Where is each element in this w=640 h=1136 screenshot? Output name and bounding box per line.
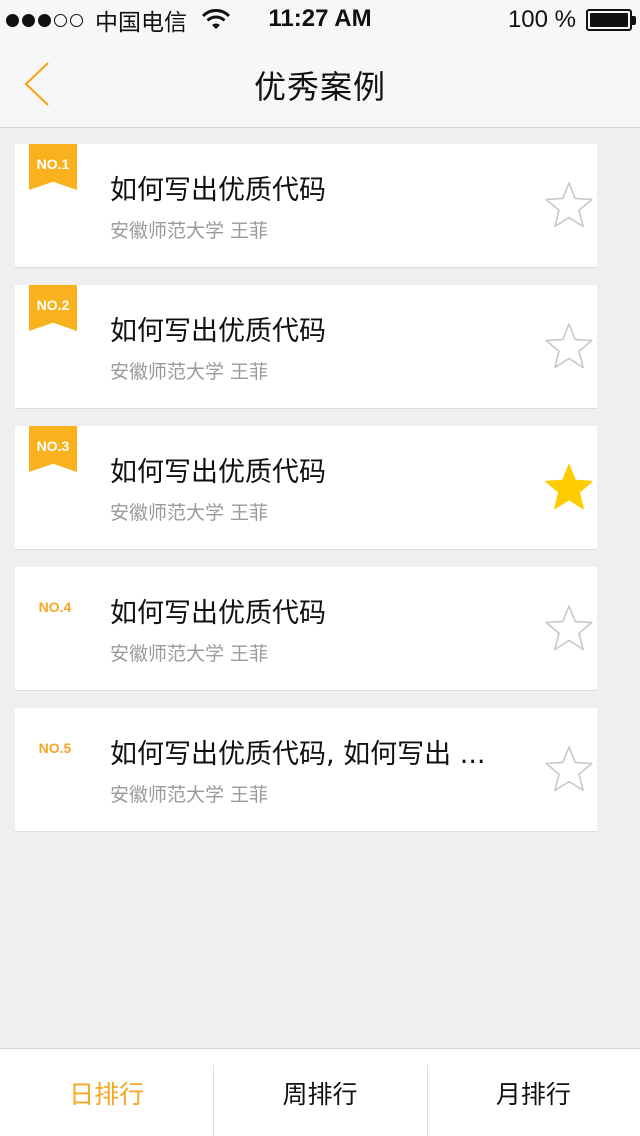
favorite-button[interactable]: [543, 321, 595, 371]
case-author: 安徽师范大学 王菲: [110, 784, 269, 806]
case-card[interactable]: NO.3 如何写出优质代码安徽师范大学 王菲: [15, 426, 597, 550]
rank-label: NO.5: [38, 740, 72, 756]
rank-label: NO.4: [38, 599, 72, 615]
navigation-bar: 优秀案例: [0, 40, 640, 128]
favorite-button[interactable]: [543, 180, 595, 230]
case-author: 安徽师范大学 王菲: [110, 643, 269, 665]
case-author: 安徽师范大学 王菲: [110, 502, 269, 524]
case-title: 如何写出优质代码: [110, 457, 326, 488]
case-title: 如何写出优质代码: [110, 598, 326, 629]
case-card[interactable]: NO.4 如何写出优质代码安徽师范大学 王菲: [15, 567, 597, 691]
rank-ribbon-badge: NO.2: [29, 285, 77, 331]
rank-ribbon-badge: NO.1: [29, 144, 77, 190]
star-outline-icon: [545, 746, 593, 792]
status-bar: 中国电信 11:27 AM 100 %: [0, 0, 640, 40]
favorite-button[interactable]: [543, 462, 595, 512]
case-title: 如何写出优质代码: [110, 316, 326, 347]
star-filled-icon: [545, 464, 593, 510]
favorite-button[interactable]: [543, 744, 595, 794]
tab-weekly-ranking[interactable]: 周排行: [213, 1049, 426, 1136]
case-card[interactable]: NO.5 如何写出优质代码, 如何写出 ... 安徽师范大学 王菲: [15, 708, 597, 832]
star-outline-icon: [545, 323, 593, 369]
case-author: 安徽师范大学 王菲: [110, 220, 269, 242]
battery-percent: 100 %: [507, 6, 576, 33]
star-outline-icon: [545, 605, 593, 651]
page-title: 优秀案例: [253, 68, 386, 106]
battery-icon: [586, 9, 636, 31]
tab-daily-ranking[interactable]: 日排行: [0, 1049, 213, 1136]
case-list: NO.1 如何写出优质代码 安徽师范大学 王菲 NO.2 如何写出优质代码 安徽师范大学 …: [15, 144, 597, 849]
case-title: 如何写出优质代码, 如何写出 ...: [110, 739, 486, 770]
case-author: 安徽师范大学 王菲: [110, 361, 269, 383]
ranking-tab-bar: 日排行 周排行 月排行: [0, 1048, 640, 1136]
case-card[interactable]: NO.1 如何写出优质代码安徽师范大学 王菲: [15, 144, 597, 268]
case-card[interactable]: NO.2 如何写出优质代码安徽师范大学 王菲: [15, 285, 597, 409]
rank-ribbon-badge: NO.3: [29, 426, 77, 472]
case-title: 如何写出优质代码: [110, 175, 326, 206]
star-outline-icon: [545, 182, 593, 228]
tab-monthly-ranking[interactable]: 月排行: [426, 1049, 640, 1136]
favorite-button[interactable]: [543, 603, 595, 653]
